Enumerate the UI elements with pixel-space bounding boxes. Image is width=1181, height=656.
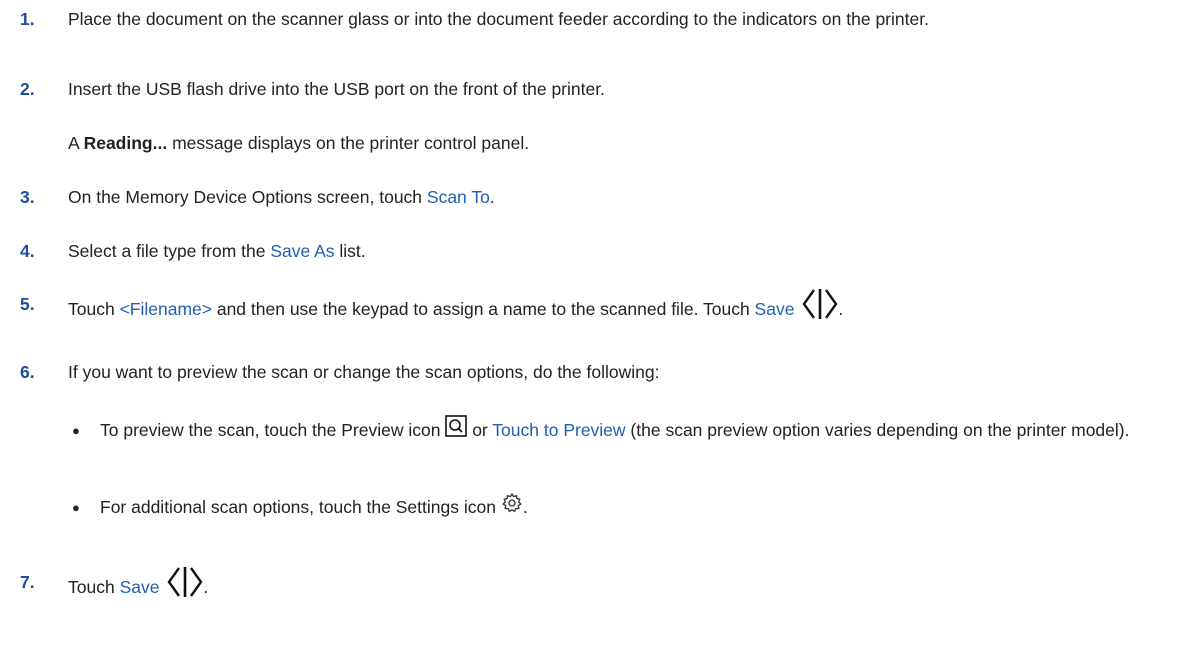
step-text: If you want to preview the scan or chang…	[68, 362, 660, 382]
step-text-part: Select a file type from the	[68, 241, 271, 261]
save-link[interactable]: Save	[755, 299, 795, 319]
settings-gear-icon	[501, 492, 523, 521]
step-text: Touch <Filename> and then use the keypad…	[68, 289, 1173, 329]
step-text-part: and then use the keypad to assign a name…	[211, 299, 755, 320]
step-number: 7.	[20, 572, 35, 592]
bullet-text-part: For additional scan options, touch the S…	[100, 497, 501, 517]
step-text: Insert the USB flash drive into the USB …	[68, 79, 605, 99]
step-text-part: Touch	[68, 577, 120, 598]
step-number: 2.	[20, 79, 35, 99]
step-text-part: .	[838, 299, 844, 320]
step-text: Touch Save .	[68, 567, 1173, 607]
step-number: 1.	[20, 9, 35, 29]
step-number: 3.	[20, 187, 35, 207]
bullet-dot: ●	[72, 423, 80, 438]
save-link[interactable]: Save	[120, 577, 160, 597]
step-text: Place the document on the scanner glass …	[68, 9, 929, 29]
step-number: 5.	[20, 294, 35, 314]
step-2-note: A Reading... message displays on the pri…	[68, 131, 1168, 156]
reading-message: Reading...	[83, 133, 168, 153]
filename-link[interactable]: <Filename>	[120, 299, 212, 319]
scan-to-link[interactable]: Scan To	[427, 187, 490, 207]
step-text-part: list.	[334, 241, 366, 261]
bullet-dot: ●	[72, 500, 80, 515]
step-number: 6.	[20, 362, 35, 382]
note-suffix: message displays on the printer control …	[167, 133, 530, 153]
preview-magnifier-icon	[445, 415, 468, 444]
note-prefix: A	[68, 133, 84, 153]
step-text: Select a file type from the Save As list…	[68, 239, 1173, 264]
bullet-text-part: (the scan preview option varies dependin…	[625, 420, 1130, 440]
bullet-text-part: or	[467, 420, 493, 440]
bullet-text: To preview the scan, touch the Preview i…	[100, 415, 1175, 444]
step-number: 4.	[20, 241, 35, 261]
step-text-part: On the Memory Device Options screen, tou…	[68, 187, 427, 207]
step-text: On the Memory Device Options screen, tou…	[68, 185, 1173, 210]
touch-to-preview-link[interactable]: Touch to Preview	[492, 420, 625, 440]
bullet-text-part: .	[522, 497, 528, 517]
bullet-text-part: To preview the scan, touch the Preview i…	[100, 420, 446, 440]
step-text-part: .	[489, 187, 495, 207]
save-start-icon	[802, 286, 838, 329]
step-text-part: Touch	[68, 299, 120, 320]
save-start-icon	[167, 564, 203, 607]
bullet-text: For additional scan options, touch the S…	[100, 492, 1175, 521]
step-text-part: .	[203, 577, 209, 598]
save-as-link[interactable]: Save As	[270, 241, 334, 261]
